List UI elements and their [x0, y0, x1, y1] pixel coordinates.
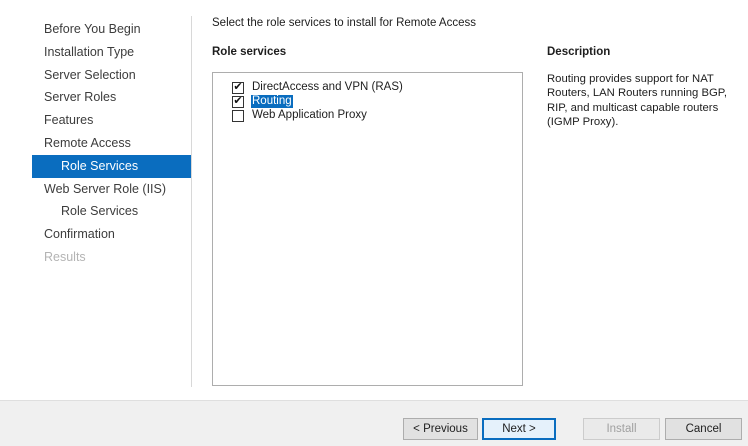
nav-item-remote-access-role-services[interactable]: Role Services — [32, 154, 192, 178]
previous-button[interactable]: < Previous — [403, 418, 478, 440]
cancel-button[interactable]: Cancel — [665, 418, 742, 440]
page-instruction: Select the role services to install for … — [212, 17, 476, 29]
nav-divider — [191, 16, 192, 387]
install-button: Install — [583, 418, 660, 440]
wizard-nav: Before You Begin Installation Type Serve… — [32, 18, 192, 269]
role-services-header: Role services — [212, 46, 287, 58]
next-button[interactable]: Next > — [482, 418, 556, 440]
nav-item-results: Results — [44, 249, 86, 264]
nav-item-before-you-begin[interactable]: Before You Begin — [32, 18, 192, 41]
nav-item-web-server-role-services[interactable]: Role Services — [32, 200, 192, 223]
wizard-footer: < Previous Next > Install Cancel — [0, 400, 748, 446]
checkmark-icon: ✔ — [233, 80, 243, 93]
nav-item-confirmation[interactable]: Confirmation — [32, 223, 192, 246]
description-header: Description — [547, 46, 611, 58]
checkbox-routing[interactable]: ✔ — [232, 94, 244, 108]
role-service-label-selected: Routing — [251, 95, 293, 108]
nav-item-remote-access[interactable]: Remote Access — [32, 132, 192, 155]
nav-item-features[interactable]: Features — [32, 109, 192, 132]
nav-item-server-roles[interactable]: Server Roles — [32, 86, 192, 109]
nav-item-installation-type[interactable]: Installation Type — [32, 41, 192, 64]
nav-item-server-selection[interactable]: Server Selection — [32, 64, 192, 87]
role-service-description: Routing provides support for NAT Routers… — [547, 73, 728, 128]
checkbox-web-application-proxy[interactable] — [232, 109, 244, 122]
role-service-label: DirectAccess and VPN (RAS) — [252, 81, 403, 93]
role-service-directaccess-vpn[interactable]: ✔ DirectAccess and VPN (RAS) — [232, 81, 404, 94]
checkbox-directaccess-vpn[interactable]: ✔ — [232, 80, 244, 94]
role-service-web-application-proxy[interactable]: Web Application Proxy — [232, 109, 368, 122]
role-service-routing[interactable]: ✔ Routing — [232, 95, 293, 108]
nav-item-web-server-role[interactable]: Web Server Role (IIS) — [32, 178, 192, 201]
checkmark-icon: ✔ — [233, 94, 243, 107]
role-services-list[interactable]: ✔ DirectAccess and VPN (RAS) ✔ Routing W… — [212, 72, 523, 386]
role-service-label: Web Application Proxy — [252, 109, 367, 121]
